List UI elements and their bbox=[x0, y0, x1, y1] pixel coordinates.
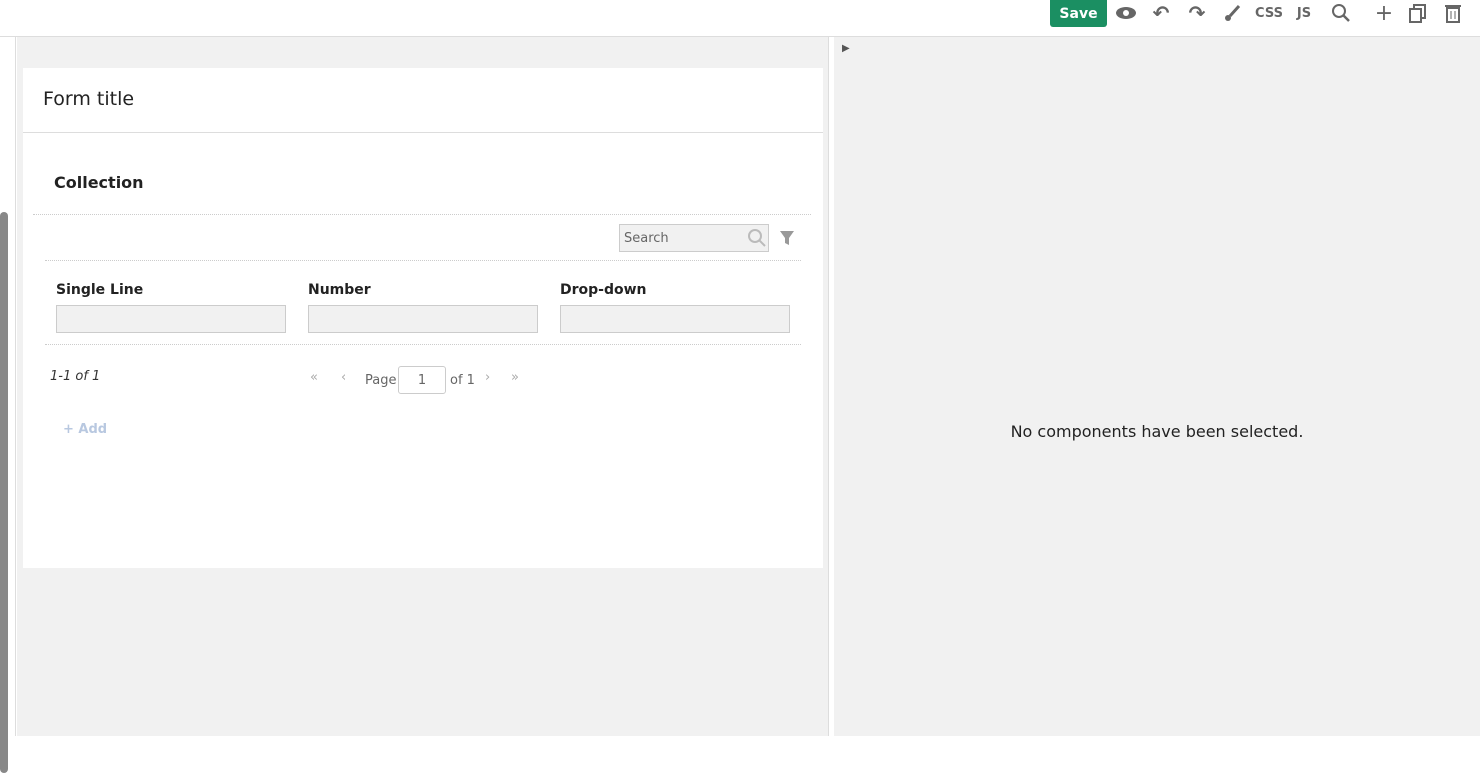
column-header: Single Line bbox=[56, 282, 144, 298]
last-page-button[interactable]: » bbox=[511, 370, 519, 385]
search-icon bbox=[748, 229, 766, 247]
single-line-input[interactable] bbox=[56, 305, 286, 333]
filter-icon[interactable] bbox=[779, 230, 795, 246]
number-input[interactable] bbox=[308, 305, 538, 333]
column-header: Number bbox=[308, 282, 371, 298]
scrollbar[interactable] bbox=[0, 212, 8, 773]
left-panel bbox=[0, 37, 16, 773]
css-button[interactable]: CSS bbox=[1255, 2, 1283, 24]
next-page-button[interactable]: › bbox=[485, 370, 490, 385]
copy-icon[interactable] bbox=[1406, 2, 1430, 24]
collapse-arrow-icon[interactable]: ▶ bbox=[842, 43, 850, 54]
add-button[interactable]: + Add bbox=[63, 422, 107, 437]
redo-icon[interactable]: ↷ bbox=[1185, 1, 1209, 25]
preview-eye-icon[interactable] bbox=[1114, 2, 1138, 24]
pager-summary: 1-1 of 1 bbox=[50, 369, 101, 384]
form-canvas: Form title Collection Search Single Line… bbox=[17, 37, 829, 736]
column-header: Drop-down bbox=[560, 282, 647, 298]
first-page-button[interactable]: « bbox=[310, 370, 318, 385]
dropdown-input[interactable] bbox=[560, 305, 790, 333]
js-button[interactable]: JS bbox=[1293, 2, 1315, 24]
properties-panel: ▶ No components have been selected. bbox=[834, 37, 1480, 736]
delete-icon[interactable] bbox=[1441, 2, 1465, 24]
empty-message: No components have been selected. bbox=[1010, 422, 1304, 441]
prev-page-button[interactable]: ‹ bbox=[341, 370, 346, 385]
page-count: of 1 bbox=[450, 373, 475, 388]
undo-icon[interactable]: ↶ bbox=[1149, 1, 1173, 25]
page-label: Page bbox=[365, 373, 397, 388]
form: Form title Collection Search Single Line… bbox=[23, 68, 823, 568]
search-icon[interactable] bbox=[1329, 2, 1353, 24]
toolbar: Save ↶ ↷ CSS JS + bbox=[0, 0, 1480, 37]
save-button[interactable]: Save bbox=[1050, 0, 1107, 27]
collection-title: Collection bbox=[54, 173, 144, 192]
form-title[interactable]: Form title bbox=[23, 68, 823, 133]
page-input[interactable]: 1 bbox=[398, 366, 446, 394]
add-icon[interactable]: + bbox=[1372, 1, 1396, 26]
brush-icon[interactable] bbox=[1220, 2, 1244, 24]
